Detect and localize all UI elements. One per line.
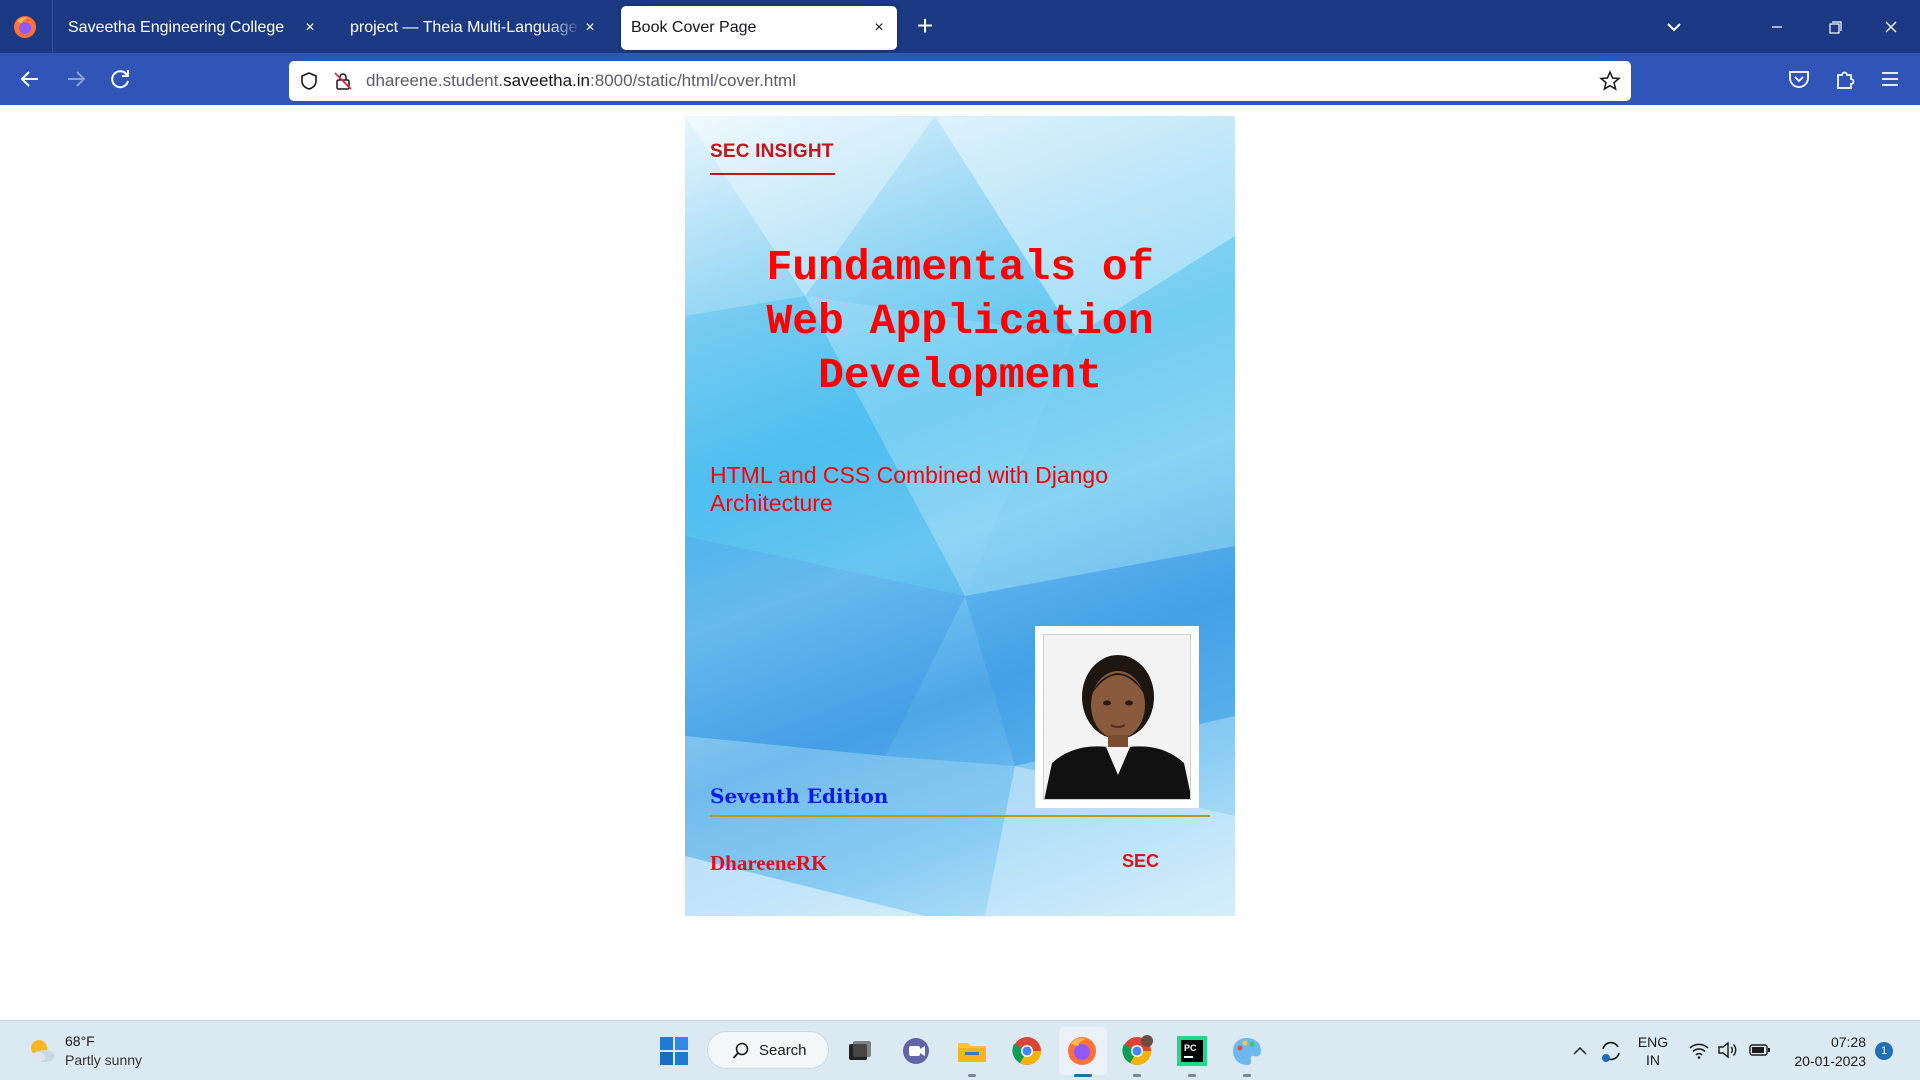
new-tab-button[interactable]: + xyxy=(910,12,940,42)
url-suffix: :8000/static/html/cover.html xyxy=(590,71,796,90)
book-title-line: Web Application xyxy=(766,297,1154,346)
firefox-taskbar-icon[interactable] xyxy=(1065,1034,1099,1068)
minimize-icon[interactable] xyxy=(1752,8,1802,46)
edition-divider xyxy=(710,815,1210,817)
browser-tab-bar: Saveetha Engineering College × project —… xyxy=(0,0,1920,53)
partly-sunny-weather-icon[interactable] xyxy=(26,1035,58,1067)
chrome-profile-icon[interactable] xyxy=(1120,1034,1154,1068)
pocket-icon[interactable] xyxy=(1785,65,1813,93)
lang-line-1: ENG xyxy=(1637,1034,1669,1050)
insecure-lock-icon[interactable] xyxy=(333,71,353,91)
pycharm-icon[interactable]: PC xyxy=(1175,1034,1209,1068)
volume-icon[interactable] xyxy=(1716,1039,1738,1061)
teams-chat-icon[interactable] xyxy=(899,1034,933,1068)
imprint-name: SEC xyxy=(1122,851,1160,871)
system-clock[interactable]: 07:28 20-01-2023 xyxy=(1784,1033,1866,1071)
tab-book-cover[interactable]: Book Cover Page × xyxy=(621,6,897,50)
author-photo-frame xyxy=(1035,626,1199,808)
file-explorer-icon[interactable] xyxy=(955,1034,989,1068)
url-text[interactable]: dhareene.student.saveetha.in:8000/static… xyxy=(366,71,796,91)
list-all-tabs-icon[interactable] xyxy=(1660,14,1688,40)
sync-icon[interactable] xyxy=(1598,1038,1624,1064)
book-title: Fundamentals of Web Application Developm… xyxy=(705,241,1215,403)
back-arrow-icon[interactable] xyxy=(14,63,46,95)
close-tab-icon[interactable]: × xyxy=(300,18,320,38)
edition-label: Seventh Edition xyxy=(710,784,889,808)
start-icon[interactable] xyxy=(657,1034,691,1068)
clock-time: 07:28 xyxy=(1830,1034,1866,1050)
author-photo xyxy=(1043,634,1191,800)
book-subtitle: HTML and CSS Combined with Django Archit… xyxy=(710,461,1140,517)
clock-date: 20-01-2023 xyxy=(1794,1053,1866,1069)
close-window-icon[interactable] xyxy=(1866,8,1916,46)
firefox-icon[interactable] xyxy=(12,14,38,40)
input-language-indicator[interactable]: ENG IN xyxy=(1637,1033,1669,1069)
running-indicator xyxy=(968,1074,976,1077)
restore-icon[interactable] xyxy=(1810,8,1860,46)
weather-description[interactable]: Partly sunny xyxy=(65,1052,142,1068)
paint-icon[interactable] xyxy=(1230,1034,1264,1068)
bookmark-star-icon[interactable] xyxy=(1599,70,1621,92)
chrome-icon[interactable] xyxy=(1010,1034,1044,1068)
book-subtitle-line: Architecture xyxy=(710,490,833,516)
hamburger-menu-icon[interactable] xyxy=(1876,65,1904,93)
forward-arrow-icon[interactable] xyxy=(60,63,92,95)
book-title-line: Development xyxy=(818,351,1102,400)
book-subtitle-line: HTML and CSS Combined with Django xyxy=(710,462,1108,488)
wifi-icon[interactable] xyxy=(1688,1039,1710,1061)
close-tab-icon[interactable]: × xyxy=(869,18,889,38)
extensions-puzzle-icon[interactable] xyxy=(1831,65,1859,93)
running-indicator xyxy=(1133,1074,1141,1077)
active-indicator xyxy=(1074,1074,1092,1077)
author-name: DhareeneRK xyxy=(710,851,828,875)
author-portrait-illustration xyxy=(1044,635,1190,799)
web-page-content: SEC INSIGHT Fundamentals of Web Applicat… xyxy=(0,105,1920,1020)
task-view-icon[interactable] xyxy=(843,1034,877,1068)
close-tab-icon[interactable]: × xyxy=(580,18,600,38)
book-cover: SEC INSIGHT Fundamentals of Web Applicat… xyxy=(685,116,1235,916)
address-bar[interactable]: dhareene.student.saveetha.in:8000/static… xyxy=(289,61,1631,101)
notification-badge[interactable]: 1 xyxy=(1875,1042,1893,1060)
reload-icon[interactable] xyxy=(104,63,136,95)
weather-temperature[interactable]: 68°F xyxy=(65,1033,95,1049)
taskbar-search-box[interactable]: Search xyxy=(707,1031,829,1069)
running-indicator xyxy=(1188,1074,1196,1077)
tracking-protection-shield-icon[interactable] xyxy=(299,71,319,91)
tab-theia-project[interactable]: project — Theia Multi-Language Ex × xyxy=(338,6,608,50)
tab-separator xyxy=(52,0,53,53)
tab-saveetha[interactable]: Saveetha Engineering College × xyxy=(58,6,328,50)
lang-line-2: IN xyxy=(1646,1052,1660,1068)
url-domain: saveetha.in xyxy=(503,71,591,90)
tab-label: project — Theia Multi-Language Ex xyxy=(350,19,582,36)
url-prefix: dhareene.student. xyxy=(366,71,504,90)
battery-icon[interactable] xyxy=(1748,1040,1772,1060)
book-title-line: Fundamentals of xyxy=(766,243,1154,292)
search-icon xyxy=(732,1042,749,1059)
tab-label: Book Cover Page xyxy=(631,19,757,36)
publisher-name: SEC INSIGHT xyxy=(710,141,835,175)
search-label: Search xyxy=(759,1042,807,1059)
windows-taskbar: 68°F Partly sunny Search PC ENG IN 07:28… xyxy=(0,1020,1920,1080)
show-hidden-icons-chevron-icon[interactable] xyxy=(1570,1041,1590,1061)
running-indicator xyxy=(1243,1074,1251,1077)
tab-label: Saveetha Engineering College xyxy=(68,19,285,36)
svg-text:PC: PC xyxy=(1184,1043,1197,1053)
navigation-toolbar: dhareene.student.saveetha.in:8000/static… xyxy=(0,53,1920,105)
